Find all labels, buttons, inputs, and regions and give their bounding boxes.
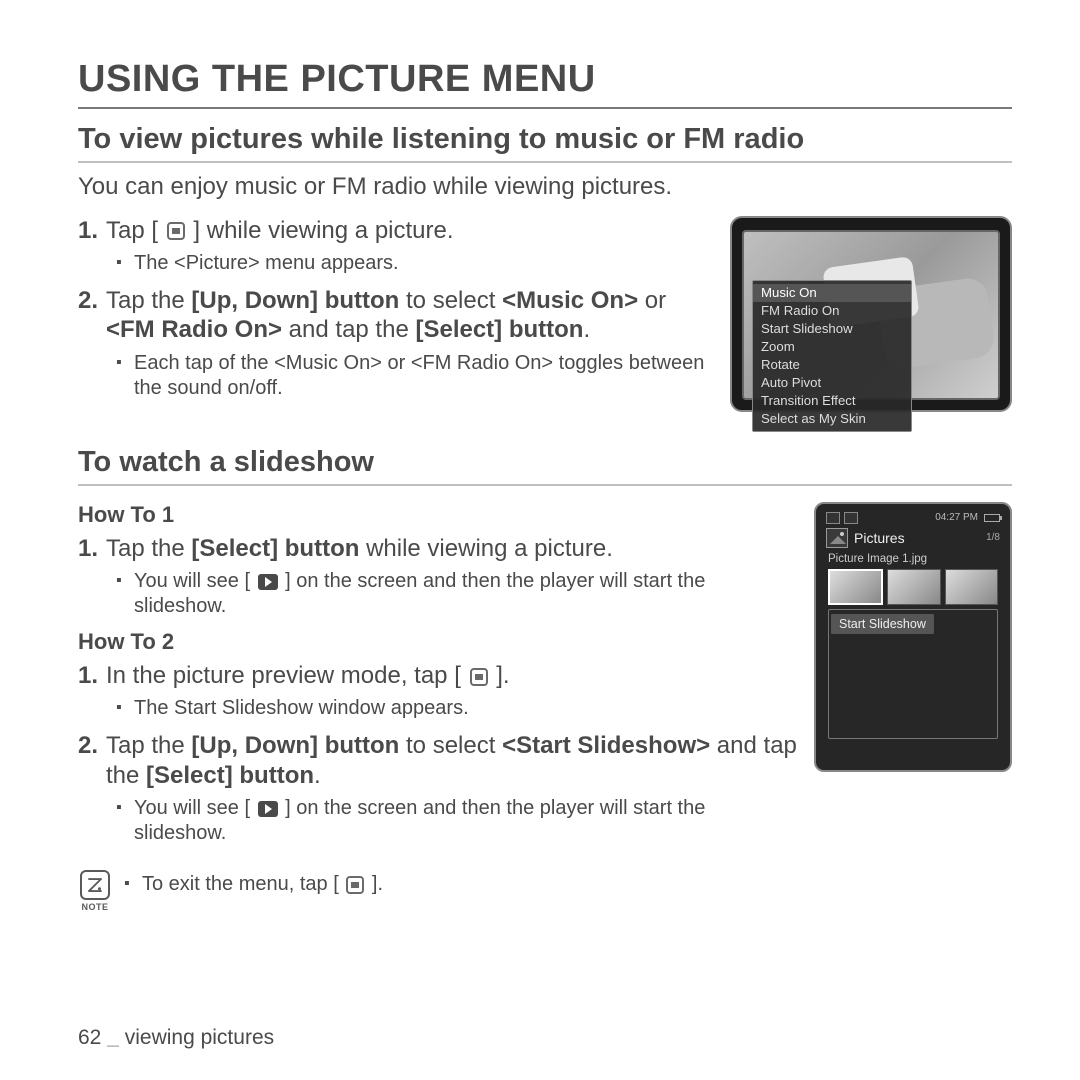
howto2-step2: Tap the [Up, Down] button to select <Sta… — [78, 731, 800, 846]
device2-header: Pictures 1/8 — [822, 526, 1004, 552]
device2-menu: Start Slideshow — [828, 609, 998, 739]
page-number: 62 — [78, 1026, 101, 1049]
howto2-step1: In the picture preview mode, tap [ ]. Th… — [78, 661, 800, 721]
note-icon — [80, 870, 110, 900]
device2-time: 04:27 PM — [935, 512, 978, 523]
page-footer: 62 _ viewing pictures — [78, 1026, 274, 1050]
device1-menu-item: Transition Effect — [753, 392, 911, 410]
note-row: NOTE To exit the menu, tap [ ]. — [78, 870, 1012, 912]
device2-menu-item: Start Slideshow — [831, 614, 934, 634]
howto-2-label: How To 2 — [78, 629, 800, 655]
device2-statusbar: 04:27 PM — [822, 510, 1004, 526]
device1-menu-item: Start Slideshow — [753, 320, 911, 338]
device1-menu-item: FM Radio On — [753, 302, 911, 320]
device1-menu-item: Auto Pivot — [753, 374, 911, 392]
device1-menu-item: Rotate — [753, 356, 911, 374]
howto-1-label: How To 1 — [78, 502, 800, 528]
menu-icon — [346, 876, 364, 894]
howto2-step1-sub: The Start Slideshow window appears. — [116, 696, 800, 721]
page-title: USING THE PICTURE MENU — [78, 58, 1012, 109]
device2-filename: Picture Image 1.jpg — [822, 552, 1004, 569]
device1-menu-overlay: Music On FM Radio On Start Slideshow Zoo… — [752, 280, 912, 432]
device-figure-2: 04:27 PM Pictures 1/8 Picture Image 1.jp… — [814, 502, 1012, 772]
section-heading-1: To view pictures while listening to musi… — [78, 123, 1012, 163]
thumbnail — [828, 569, 883, 605]
sec1-step2: Tap the [Up, Down] button to select <Mus… — [78, 286, 716, 401]
play-icon — [258, 574, 278, 590]
menu-icon — [470, 668, 488, 686]
status-icon — [844, 512, 858, 524]
note-text: To exit the menu, tap [ ]. — [124, 872, 1012, 897]
device1-menu-item: Zoom — [753, 338, 911, 356]
play-icon — [258, 801, 278, 817]
section-heading-2: To watch a slideshow — [78, 446, 1012, 486]
pictures-icon — [826, 528, 848, 548]
sec1-step2-sub: Each tap of the <Music On> or <FM Radio … — [116, 351, 716, 401]
section1-intro: You can enjoy music or FM radio while vi… — [78, 173, 1012, 202]
device2-thumbs — [822, 569, 1004, 605]
sec1-step1-sub: The <Picture> menu appears. — [116, 251, 716, 276]
footer-section: viewing pictures — [125, 1026, 274, 1049]
menu-icon — [167, 222, 185, 240]
device2-title: Pictures — [854, 530, 980, 546]
howto2-step2-sub: You will see [ ] on the screen and then … — [116, 796, 800, 846]
note-label: NOTE — [78, 902, 112, 912]
device1-menu-item: Select as My Skin — [753, 410, 911, 428]
battery-icon — [984, 514, 1000, 522]
status-icon — [826, 512, 840, 524]
thumbnail — [945, 569, 998, 605]
device1-menu-item: Music On — [753, 284, 911, 302]
device-figure-1: Music On FM Radio On Start Slideshow Zoo… — [730, 216, 1012, 412]
sec1-step1: Tap [ ] while viewing a picture. The <Pi… — [78, 216, 716, 276]
device2-count: 1/8 — [986, 532, 1000, 543]
howto1-step1-sub: You will see [ ] on the screen and then … — [116, 569, 800, 619]
howto1-step1: Tap the [Select] button while viewing a … — [78, 534, 800, 619]
thumbnail — [887, 569, 940, 605]
